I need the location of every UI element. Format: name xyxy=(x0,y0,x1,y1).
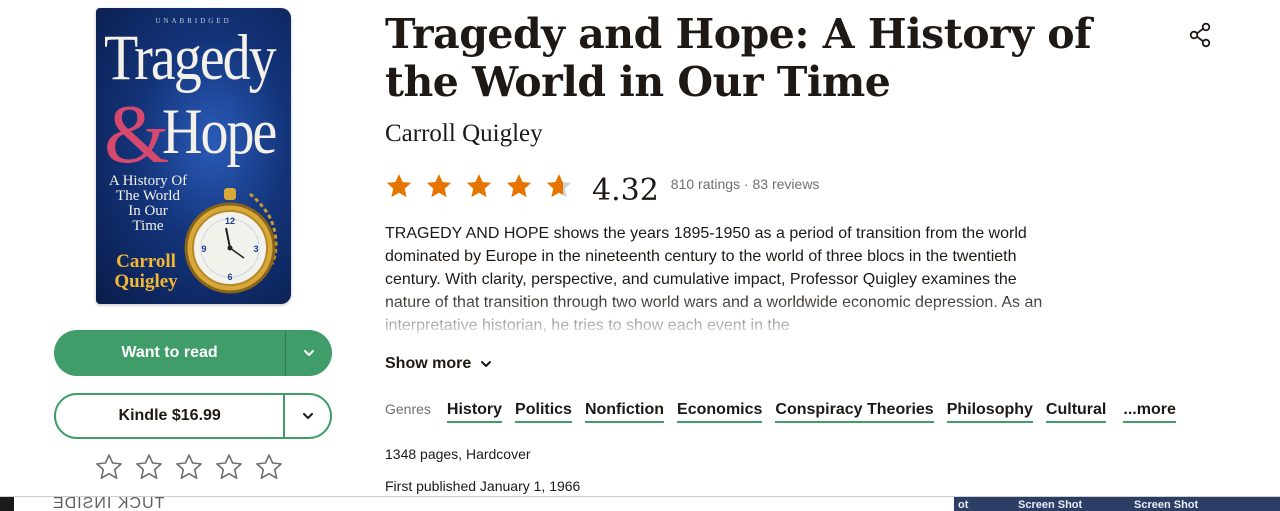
mirrored-text: TUCK INSIDE xyxy=(52,495,165,511)
background-window-strip: TUCK INSIDE ot Screen Shot Screen Shot xyxy=(0,495,1280,511)
star-icon xyxy=(506,174,532,198)
genre-link[interactable]: Economics xyxy=(677,401,763,423)
genres-more-link[interactable]: ...more xyxy=(1123,401,1176,423)
genre-link[interactable]: Cultural xyxy=(1045,401,1107,423)
kindle-price-label: Kindle $16.99 xyxy=(118,407,221,424)
description-fade xyxy=(385,294,1045,334)
book-title: Tragedy and Hope: A History of the World… xyxy=(385,10,1092,106)
retailers-dropdown-chevron-down-icon[interactable] xyxy=(285,409,330,423)
star-icon xyxy=(386,174,412,198)
star-outline-icon[interactable] xyxy=(134,452,164,482)
desktop-file-label[interactable]: Screen Shot xyxy=(1018,499,1082,511)
share-icon[interactable] xyxy=(1188,22,1212,48)
genre-link[interactable]: Politics xyxy=(515,401,572,423)
partial-star-icon xyxy=(546,174,572,198)
desktop-file-label[interactable]: ot xyxy=(958,499,968,511)
svg-text:3: 3 xyxy=(253,244,258,254)
show-more-label: Show more xyxy=(385,355,472,372)
genre-link[interactable]: Nonfiction xyxy=(584,401,665,423)
desktop-files-area: ot Screen Shot Screen Shot xyxy=(954,497,1280,511)
genres-label: Genres xyxy=(385,401,431,417)
cover-title-line1: Tragedy xyxy=(104,22,277,95)
rate-this-book[interactable] xyxy=(94,452,284,482)
rating-stars xyxy=(384,171,574,201)
want-to-read-label: Want to read xyxy=(121,344,218,361)
shelf-dropdown-chevron-down-icon[interactable] xyxy=(286,346,332,360)
pocket-watch-icon: 12 3 6 9 xyxy=(184,188,278,294)
rating-summary[interactable]: 4.32 810 ratings · 83 reviews xyxy=(384,166,820,208)
svg-text:9: 9 xyxy=(201,244,206,254)
average-rating: 4.32 xyxy=(592,172,659,208)
desktop-file-label[interactable]: Screen Shot xyxy=(1134,499,1198,511)
description: TRAGEDY AND HOPE shows the years 1895-19… xyxy=(385,222,1045,334)
show-more-button[interactable]: Show more xyxy=(385,355,493,373)
svg-text:12: 12 xyxy=(225,216,235,226)
star-outline-icon[interactable] xyxy=(214,452,244,482)
star-outline-icon[interactable] xyxy=(174,452,204,482)
strip-dark-edge xyxy=(0,497,14,511)
author-link[interactable]: Carroll Quigley xyxy=(385,120,543,148)
cover-author: Carroll Quigley xyxy=(114,251,178,292)
star-outline-icon[interactable] xyxy=(94,452,124,482)
star-icon xyxy=(466,174,492,198)
kindle-buy-button[interactable]: Kindle $16.99 xyxy=(54,393,332,439)
want-to-read-button[interactable]: Want to read xyxy=(54,330,332,376)
page-count-format: 1348 pages, Hardcover xyxy=(385,446,531,462)
genres-list: Genres History Politics Nonfiction Econo… xyxy=(385,401,1189,423)
ratings-reviews-count[interactable]: 810 ratings · 83 reviews xyxy=(671,176,820,192)
svg-text:6: 6 xyxy=(227,272,232,282)
cover-title-line2: Hope xyxy=(162,96,277,169)
publication-info: First published January 1, 1966 xyxy=(385,478,581,494)
book-cover[interactable]: UNABRIDGED Tragedy & Hope A History Of T… xyxy=(96,8,291,304)
star-outline-icon[interactable] xyxy=(254,452,284,482)
genre-link[interactable]: Conspiracy Theories xyxy=(775,401,934,423)
cover-ampersand: & xyxy=(104,88,170,181)
genre-link[interactable]: History xyxy=(446,401,503,423)
star-icon xyxy=(426,174,452,198)
chevron-down-icon xyxy=(481,361,492,367)
genre-link[interactable]: Philosophy xyxy=(946,401,1033,423)
